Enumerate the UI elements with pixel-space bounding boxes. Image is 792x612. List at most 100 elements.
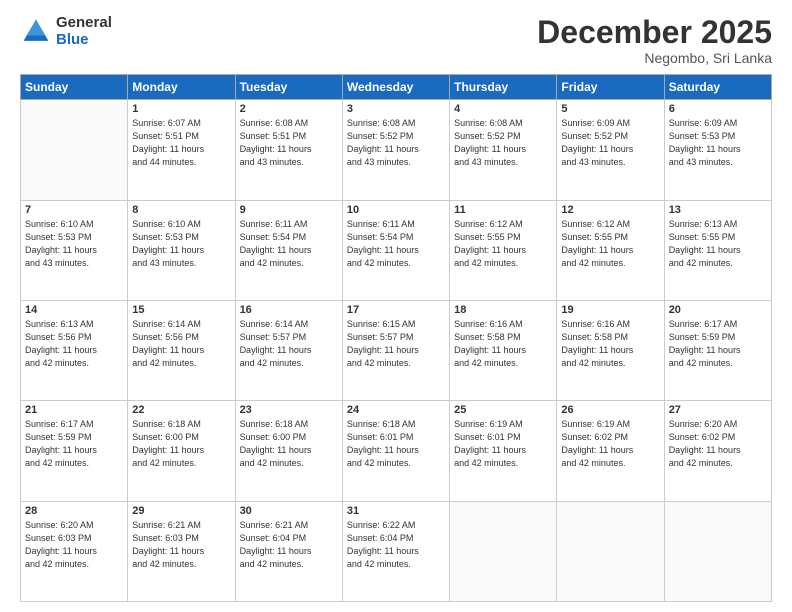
day-info: Sunrise: 6:17 AM Sunset: 5:59 PM Dayligh…: [669, 318, 767, 370]
day-info: Sunrise: 6:11 AM Sunset: 5:54 PM Dayligh…: [240, 218, 338, 270]
logo-text: General Blue: [56, 15, 112, 48]
day-info: Sunrise: 6:18 AM Sunset: 6:00 PM Dayligh…: [240, 418, 338, 470]
day-info: Sunrise: 6:08 AM Sunset: 5:52 PM Dayligh…: [347, 117, 445, 169]
calendar-cell: 18 Sunrise: 6:16 AM Sunset: 5:58 PM Dayli…: [450, 300, 557, 400]
calendar-cell: 10Sunrise: 6:11 AM Sunset: 5:54 PM Dayli…: [342, 200, 449, 300]
day-info: Sunrise: 6:14 AM Sunset: 5:57 PM Dayligh…: [240, 318, 338, 370]
week-row-1: 7Sunrise: 6:10 AM Sunset: 5:53 PM Daylig…: [21, 200, 772, 300]
day-info: Sunrise: 6:12 AM Sunset: 5:55 PM Dayligh…: [454, 218, 552, 270]
day-number: 2: [240, 103, 338, 115]
day-info: Sunrise: 6:18 AM Sunset: 6:01 PM Dayligh…: [347, 418, 445, 470]
col-saturday: Saturday: [664, 75, 771, 100]
day-info: Sunrise: 6:13 AM Sunset: 5:55 PM Dayligh…: [669, 218, 767, 270]
day-number: 23: [240, 404, 338, 416]
day-number: 8: [132, 204, 230, 216]
calendar-cell: 23 Sunrise: 6:18 AM Sunset: 6:00 PM Dayli…: [235, 401, 342, 501]
week-row-2: 14 Sunrise: 6:13 AM Sunset: 5:56 PM Dayli…: [21, 300, 772, 400]
logo-blue-text: Blue: [56, 32, 112, 49]
week-row-0: 1 Sunrise: 6:07 AM Sunset: 5:51 PM Daylig…: [21, 100, 772, 200]
calendar-cell: 27Sunrise: 6:20 AM Sunset: 6:02 PM Dayli…: [664, 401, 771, 501]
calendar-cell: 12 Sunrise: 6:12 AM Sunset: 5:55 PM Dayli…: [557, 200, 664, 300]
calendar-cell: 1 Sunrise: 6:07 AM Sunset: 5:51 PM Daylig…: [128, 100, 235, 200]
day-info: Sunrise: 6:22 AM Sunset: 6:04 PM Dayligh…: [347, 519, 445, 571]
location-subtitle: Negombo, Sri Lanka: [537, 50, 772, 66]
day-number: 13: [669, 204, 767, 216]
day-number: 18: [454, 304, 552, 316]
calendar-cell: 6 Sunrise: 6:09 AM Sunset: 5:53 PM Daylig…: [664, 100, 771, 200]
day-info: Sunrise: 6:18 AM Sunset: 6:00 PM Dayligh…: [132, 418, 230, 470]
day-number: 31: [347, 505, 445, 517]
calendar-cell: 22 Sunrise: 6:18 AM Sunset: 6:00 PM Dayli…: [128, 401, 235, 501]
day-number: 24: [347, 404, 445, 416]
day-number: 17: [347, 304, 445, 316]
calendar-cell: 31 Sunrise: 6:22 AM Sunset: 6:04 PM Dayli…: [342, 501, 449, 601]
day-number: 5: [561, 103, 659, 115]
day-info: Sunrise: 6:08 AM Sunset: 5:52 PM Dayligh…: [454, 117, 552, 169]
calendar-cell: 5 Sunrise: 6:09 AM Sunset: 5:52 PM Daylig…: [557, 100, 664, 200]
day-number: 28: [25, 505, 123, 517]
calendar-cell: 4 Sunrise: 6:08 AM Sunset: 5:52 PM Daylig…: [450, 100, 557, 200]
day-info: Sunrise: 6:13 AM Sunset: 5:56 PM Dayligh…: [25, 318, 123, 370]
calendar-cell: 13 Sunrise: 6:13 AM Sunset: 5:55 PM Dayli…: [664, 200, 771, 300]
day-number: 25: [454, 404, 552, 416]
col-friday: Friday: [557, 75, 664, 100]
month-title: December 2025: [537, 15, 772, 50]
col-sunday: Sunday: [21, 75, 128, 100]
calendar-cell: 16Sunrise: 6:14 AM Sunset: 5:57 PM Dayli…: [235, 300, 342, 400]
day-number: 4: [454, 103, 552, 115]
day-number: 3: [347, 103, 445, 115]
title-block: December 2025 Negombo, Sri Lanka: [537, 15, 772, 66]
day-info: Sunrise: 6:17 AM Sunset: 5:59 PM Dayligh…: [25, 418, 123, 470]
day-number: 15: [132, 304, 230, 316]
day-info: Sunrise: 6:12 AM Sunset: 5:55 PM Dayligh…: [561, 218, 659, 270]
day-number: 14: [25, 304, 123, 316]
col-wednesday: Wednesday: [342, 75, 449, 100]
day-info: Sunrise: 6:19 AM Sunset: 6:01 PM Dayligh…: [454, 418, 552, 470]
calendar-cell: [557, 501, 664, 601]
header: General Blue December 2025 Negombo, Sri …: [20, 15, 772, 66]
day-info: Sunrise: 6:14 AM Sunset: 5:56 PM Dayligh…: [132, 318, 230, 370]
day-info: Sunrise: 6:21 AM Sunset: 6:03 PM Dayligh…: [132, 519, 230, 571]
day-number: 9: [240, 204, 338, 216]
day-info: Sunrise: 6:07 AM Sunset: 5:51 PM Dayligh…: [132, 117, 230, 169]
day-number: 1: [132, 103, 230, 115]
col-monday: Monday: [128, 75, 235, 100]
calendar-cell: 8Sunrise: 6:10 AM Sunset: 5:53 PM Daylig…: [128, 200, 235, 300]
day-info: Sunrise: 6:08 AM Sunset: 5:51 PM Dayligh…: [240, 117, 338, 169]
calendar-cell: [21, 100, 128, 200]
calendar-cell: 24 Sunrise: 6:18 AM Sunset: 6:01 PM Dayli…: [342, 401, 449, 501]
week-row-4: 28Sunrise: 6:20 AM Sunset: 6:03 PM Dayli…: [21, 501, 772, 601]
day-number: 20: [669, 304, 767, 316]
day-number: 6: [669, 103, 767, 115]
calendar-cell: 9 Sunrise: 6:11 AM Sunset: 5:54 PM Daylig…: [235, 200, 342, 300]
calendar-cell: 15 Sunrise: 6:14 AM Sunset: 5:56 PM Dayli…: [128, 300, 235, 400]
day-info: Sunrise: 6:19 AM Sunset: 6:02 PM Dayligh…: [561, 418, 659, 470]
day-number: 21: [25, 404, 123, 416]
calendar-cell: 20 Sunrise: 6:17 AM Sunset: 5:59 PM Dayli…: [664, 300, 771, 400]
day-number: 12: [561, 204, 659, 216]
calendar-cell: 19Sunrise: 6:16 AM Sunset: 5:58 PM Dayli…: [557, 300, 664, 400]
calendar-cell: [450, 501, 557, 601]
calendar-cell: 30 Sunrise: 6:21 AM Sunset: 6:04 PM Dayli…: [235, 501, 342, 601]
day-info: Sunrise: 6:09 AM Sunset: 5:52 PM Dayligh…: [561, 117, 659, 169]
day-number: 30: [240, 505, 338, 517]
day-info: Sunrise: 6:09 AM Sunset: 5:53 PM Dayligh…: [669, 117, 767, 169]
day-number: 11: [454, 204, 552, 216]
page: General Blue December 2025 Negombo, Sri …: [0, 0, 792, 612]
calendar-cell: 21 Sunrise: 6:17 AM Sunset: 5:59 PM Dayli…: [21, 401, 128, 501]
calendar-cell: 3 Sunrise: 6:08 AM Sunset: 5:52 PM Daylig…: [342, 100, 449, 200]
calendar-table: Sunday Monday Tuesday Wednesday Thursday…: [20, 74, 772, 602]
day-number: 22: [132, 404, 230, 416]
calendar-cell: 28Sunrise: 6:20 AM Sunset: 6:03 PM Dayli…: [21, 501, 128, 601]
calendar-cell: 17 Sunrise: 6:15 AM Sunset: 5:57 PM Dayli…: [342, 300, 449, 400]
col-tuesday: Tuesday: [235, 75, 342, 100]
logo-general-text: General: [56, 15, 112, 32]
day-info: Sunrise: 6:11 AM Sunset: 5:54 PM Dayligh…: [347, 218, 445, 270]
calendar-cell: 25 Sunrise: 6:19 AM Sunset: 6:01 PM Dayli…: [450, 401, 557, 501]
day-info: Sunrise: 6:15 AM Sunset: 5:57 PM Dayligh…: [347, 318, 445, 370]
day-info: Sunrise: 6:20 AM Sunset: 6:02 PM Dayligh…: [669, 418, 767, 470]
calendar-cell: 26Sunrise: 6:19 AM Sunset: 6:02 PM Dayli…: [557, 401, 664, 501]
calendar-cell: 7Sunrise: 6:10 AM Sunset: 5:53 PM Daylig…: [21, 200, 128, 300]
day-info: Sunrise: 6:16 AM Sunset: 5:58 PM Dayligh…: [454, 318, 552, 370]
day-info: Sunrise: 6:21 AM Sunset: 6:04 PM Dayligh…: [240, 519, 338, 571]
